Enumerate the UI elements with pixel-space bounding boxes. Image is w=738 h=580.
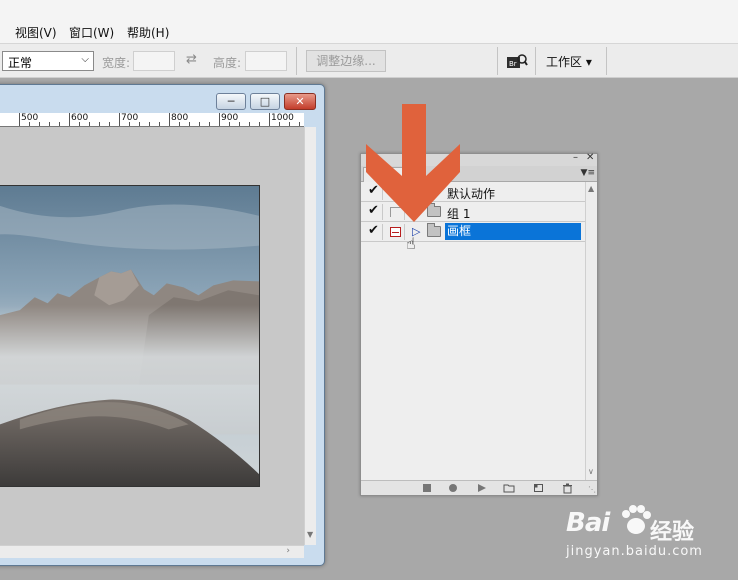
ruler-tick	[189, 122, 190, 126]
play-icon[interactable]	[477, 483, 487, 493]
ruler-label: 900	[221, 113, 239, 123]
ruler-label: 800	[171, 113, 189, 123]
document-window: ─ □ ✕ 500 600 700 800 900 1000 ▼ ›	[0, 84, 325, 566]
list-item[interactable]: ✔ ▷ 画框	[361, 222, 585, 242]
scroll-down-icon[interactable]: ▼	[307, 530, 313, 539]
minimize-button[interactable]: ─	[216, 93, 246, 110]
horizontal-scrollbar[interactable]: ›	[0, 545, 304, 558]
ruler-tick	[199, 122, 200, 126]
ruler-tick	[19, 113, 20, 126]
ruler-tick	[69, 113, 70, 126]
ruler-tick	[219, 113, 220, 126]
ruler-tick	[239, 122, 240, 126]
folder-icon	[427, 223, 441, 237]
ruler-tick	[139, 122, 140, 126]
width-field[interactable]	[133, 51, 175, 71]
watermark-text: 经验	[650, 520, 695, 545]
new-set-folder-icon[interactable]	[503, 483, 515, 493]
scroll-down-icon[interactable]: ∨	[588, 467, 594, 476]
canvas-area[interactable]	[0, 127, 304, 545]
ruler-tick	[119, 113, 120, 126]
ruler-tick	[49, 122, 50, 126]
watermark-logo: Bai	[566, 508, 610, 538]
trash-icon[interactable]	[562, 483, 573, 494]
ruler-tick	[89, 122, 90, 126]
ruler-label: 1000	[271, 113, 294, 123]
ruler-tick	[299, 122, 300, 126]
svg-text:Br: Br	[509, 60, 517, 68]
divider	[296, 47, 297, 75]
ruler-tick	[39, 122, 40, 126]
record-icon[interactable]	[448, 483, 458, 493]
ruler-tick	[99, 122, 100, 126]
panel-close-icon[interactable]: ✕	[586, 152, 594, 163]
toggle-item-cell[interactable]: ✔	[363, 223, 383, 240]
ruler-label: 500	[21, 113, 39, 123]
panel-scrollbar[interactable]: ▲ ∨	[585, 182, 597, 480]
ruler-label: 600	[71, 113, 89, 123]
ruler-tick	[249, 122, 250, 126]
dialog-toggle-cell[interactable]	[385, 224, 405, 240]
scroll-right-icon[interactable]: ›	[286, 546, 290, 556]
watermark-url: jingyan.baidu.com	[566, 544, 703, 559]
scroll-up-icon[interactable]: ▲	[588, 184, 594, 193]
ruler-tick	[209, 122, 210, 126]
ruler-tick	[159, 122, 160, 126]
ruler-tick	[269, 113, 270, 126]
width-label: 宽度:	[102, 56, 131, 70]
panel-toolbar: ⋱	[361, 480, 597, 495]
height-label: 高度:	[213, 56, 242, 70]
action-set-label[interactable]: 画框	[445, 223, 581, 240]
style-select-value: 正常	[8, 56, 33, 70]
chevron-down-icon: ⌵	[81, 54, 89, 65]
panel-menu-icon[interactable]: ▼≡	[581, 168, 595, 178]
resize-grip-icon[interactable]: ⋱	[588, 485, 596, 494]
new-action-icon[interactable]	[533, 483, 544, 493]
refine-edge-button[interactable]: 调整边缘...	[306, 50, 386, 72]
minimize-icon: ─	[227, 95, 235, 108]
ruler-tick	[109, 122, 110, 126]
checkmark-icon: ✔	[368, 223, 379, 238]
style-select[interactable]: 正常 ⌵	[2, 51, 94, 71]
landscape-image	[0, 185, 260, 487]
options-bar: 正常 ⌵ 宽度: ⇄ 高度: 调整边缘... Br 工作区 ▾	[0, 44, 738, 78]
panel-minimize-icon[interactable]: –	[573, 152, 578, 163]
height-field[interactable]	[245, 51, 287, 71]
maximize-icon: □	[259, 95, 271, 108]
vertical-scrollbar[interactable]: ▼	[304, 127, 316, 545]
baidu-watermark: Bai 经验 jingyan.baidu.com	[566, 500, 736, 570]
maximize-button[interactable]: □	[250, 93, 280, 110]
bridge-icon[interactable]: Br	[506, 53, 528, 69]
hand-cursor-icon: ☝	[406, 234, 416, 253]
divider	[535, 47, 536, 75]
workspace-button[interactable]: 工作区 ▾	[546, 53, 592, 70]
divider	[497, 47, 498, 75]
stop-icon[interactable]	[422, 483, 432, 493]
horizontal-ruler: 500 600 700 800 900 1000	[0, 113, 304, 127]
close-button[interactable]: ✕	[284, 93, 316, 110]
ruler-tick	[59, 122, 60, 126]
ruler-label: 700	[121, 113, 139, 123]
swap-icon[interactable]: ⇄	[186, 52, 197, 67]
menu-window[interactable]: 窗口(W)	[69, 24, 114, 41]
ruler-tick	[169, 113, 170, 126]
annotation-arrow-icon	[366, 104, 460, 222]
close-icon: ✕	[295, 95, 305, 108]
divider	[606, 47, 607, 75]
ruler-tick	[259, 122, 260, 126]
dialog-on-icon	[390, 227, 401, 237]
menu-help[interactable]: 帮助(H)	[127, 24, 169, 41]
ruler-tick	[149, 122, 150, 126]
menu-view[interactable]: 视图(V)	[15, 24, 57, 41]
menu-bar: 视图(V) 窗口(W) 帮助(H)	[0, 0, 738, 44]
